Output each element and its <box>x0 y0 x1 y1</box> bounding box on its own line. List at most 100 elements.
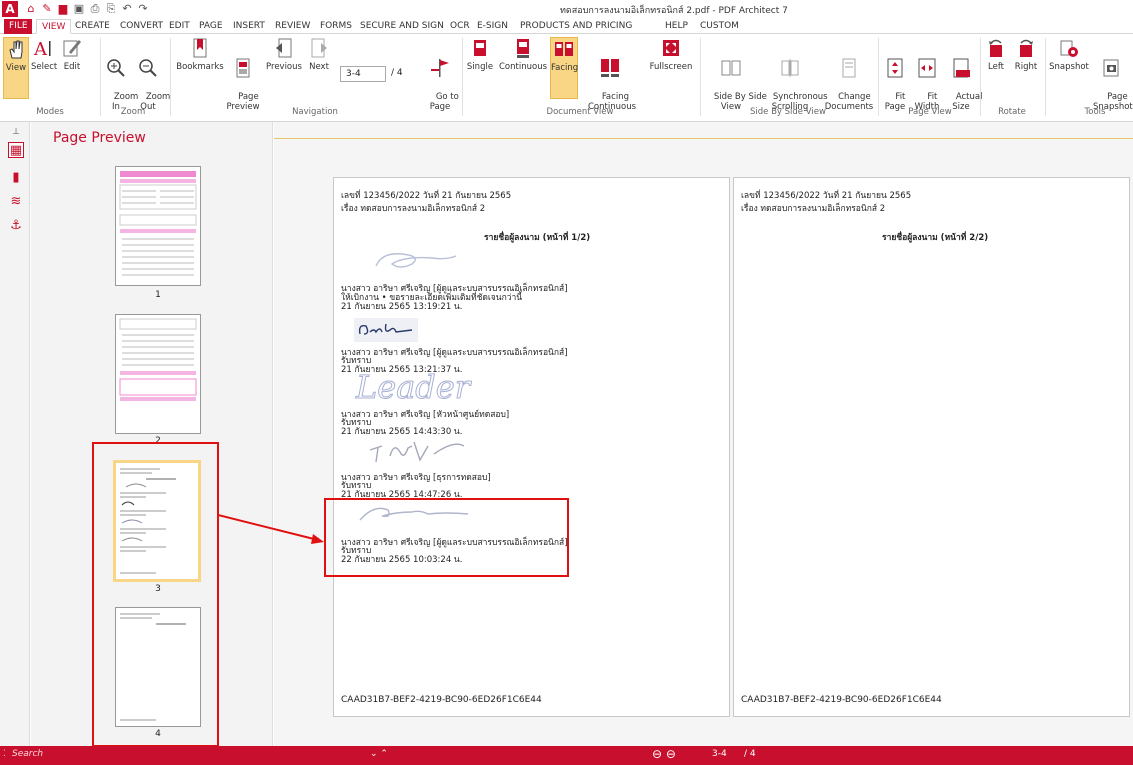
tab-create[interactable]: CREATE <box>70 19 115 34</box>
continuous-view-button[interactable]: Continuous <box>499 37 547 72</box>
rotate-right-button[interactable]: Right <box>1012 37 1040 72</box>
go-to-page-button[interactable]: Go to Page <box>425 37 459 122</box>
view-top-line <box>274 138 1133 139</box>
tab-e-sign[interactable]: E-SIGN <box>472 19 513 34</box>
tab-ocr[interactable]: OCR <box>445 19 475 34</box>
tab-secure-and-sign[interactable]: SECURE AND SIGN <box>355 19 449 34</box>
group-label-tools: Tools <box>1084 107 1106 117</box>
window-title: ทดสอบการลงนามอิเล็กทรอนิกส์ 2.pdf - PDF … <box>560 6 788 16</box>
continuous-icon <box>517 39 529 58</box>
open-icon[interactable]: ▆ <box>56 2 70 16</box>
group-separator <box>700 38 701 116</box>
status-total: / 4 <box>744 749 756 759</box>
save-icon[interactable]: ▣ <box>72 2 86 16</box>
text-select-icon: A <box>33 39 51 59</box>
document-view: เลขที่ 123456/2022 วันที่ 21 กันยายน 256… <box>274 122 1133 746</box>
undo-icon[interactable]: ↶ <box>120 2 134 16</box>
next-page-button[interactable]: Next <box>305 37 333 72</box>
group-label-zoom: Zoom <box>120 107 146 117</box>
tab-view[interactable]: VIEW <box>36 19 72 34</box>
tab-help[interactable]: HELP <box>660 19 693 34</box>
doc-subject: เรื่อง ทดสอบการลงนามอิเล็กทรอนิกส์ 2 <box>341 204 486 214</box>
tab-file[interactable]: FILE <box>4 19 32 34</box>
tab-review[interactable]: REVIEW <box>270 19 315 34</box>
anchor-icon[interactable]: ⚓ <box>8 218 24 234</box>
back-circle-icon[interactable]: ⊖ <box>652 747 662 761</box>
ribbon: View A Select Edit Modes Zoom In Zoom Ou… <box>0 34 1133 122</box>
next-page-icon <box>311 38 327 58</box>
snapshot-button[interactable]: Snapshot <box>1049 37 1089 72</box>
group-separator <box>462 38 463 116</box>
pen-icon[interactable]: ✎ <box>40 2 54 16</box>
forward-circle-icon[interactable]: ⊖ <box>666 747 676 761</box>
tab-page[interactable]: PAGE <box>194 19 228 34</box>
group-separator <box>170 38 171 116</box>
previous-page-button[interactable]: Previous <box>266 37 302 72</box>
page-preview-title: Page Preview <box>53 130 146 146</box>
layers-icon[interactable]: ≋ <box>8 194 24 210</box>
change-documents-button[interactable]: Change Documents <box>824 37 874 122</box>
rotate-left-button[interactable]: Left <box>984 37 1008 72</box>
status-page[interactable]: 3-4 <box>712 749 727 759</box>
single-view-button[interactable]: Single <box>465 37 495 72</box>
fit-page-icon <box>887 58 903 78</box>
page-number-input[interactable]: 3-4 <box>340 66 386 82</box>
page-preview-panel-icon[interactable]: ▦ <box>8 142 24 158</box>
group-label-navigation: Navigation <box>292 107 338 117</box>
edit-mode-button[interactable]: Edit <box>59 37 85 72</box>
signature-1 <box>375 253 457 268</box>
group-separator <box>980 38 981 116</box>
pin-icon[interactable]: ⊥ <box>8 124 24 140</box>
signature-4 <box>369 441 465 463</box>
tab-convert[interactable]: CONVERT <box>115 19 168 34</box>
bookmarks-button[interactable]: Bookmarks <box>175 37 225 72</box>
group-separator <box>878 38 879 116</box>
status-bar: ⁚ Search ⌄ ⌃ ⊖ ⊖ 3-4 / 4 <box>0 746 1133 765</box>
zoom-out-icon <box>139 59 157 77</box>
signature-2 <box>354 318 418 342</box>
tab-forms[interactable]: FORMS <box>315 19 357 34</box>
svg-text:A: A <box>33 39 48 59</box>
page-total-label: / 4 <box>391 68 403 78</box>
select-mode-button[interactable]: A Select <box>31 37 57 72</box>
tab-edit[interactable]: EDIT <box>164 19 195 34</box>
search-input[interactable]: Search <box>12 749 43 759</box>
single-page-icon <box>474 40 486 56</box>
ribbon-tabs: FILE VIEW CREATE CONVERT EDIT PAGE INSER… <box>0 18 1133 34</box>
doc-subject: เรื่อง ทดสอบการลงนามอิเล็กทรอนิกส์ 2 <box>741 204 886 214</box>
rotate-right-icon <box>1020 39 1033 57</box>
redo-icon[interactable]: ↷ <box>136 2 150 16</box>
change-documents-icon <box>842 58 856 78</box>
chevron-down-up-icon[interactable]: ⌄ ⌃ <box>370 749 388 759</box>
home-icon[interactable]: ⌂ <box>24 2 38 16</box>
signer-date: 21 กันยายน 2565 13:19:21 น. <box>341 302 463 312</box>
group-separator <box>100 38 101 116</box>
signers-heading: รายชื่อผู้ลงนาม (หน้าที่ 2/2) <box>882 233 989 243</box>
group-separator <box>1045 38 1046 116</box>
view-mode-button[interactable]: View <box>3 37 29 99</box>
page-preview-button[interactable]: Page Preview <box>226 37 260 122</box>
group-label-document-view: Document View <box>546 107 614 117</box>
document-footer-id: CAAD31B7-BEF2-4219-BC90-6ED26F1C6E44 <box>341 695 542 705</box>
page-preview-icon <box>236 58 250 78</box>
annotation-arrow <box>218 514 324 544</box>
group-label-rotate: Rotate <box>998 107 1026 117</box>
tab-products-and-pricing[interactable]: PRODUCTS AND PRICING <box>515 19 637 34</box>
print-preview-icon[interactable]: ⎘ <box>104 2 118 16</box>
facing-view-button[interactable]: Facing <box>550 37 578 99</box>
tab-insert[interactable]: INSERT <box>228 19 270 34</box>
print-icon[interactable]: ⎙ <box>88 2 102 16</box>
search-icon[interactable]: ⁚ <box>3 749 6 759</box>
fullscreen-button[interactable]: Fullscreen <box>648 37 694 72</box>
document-page-4: เลขที่ 123456/2022 วันที่ 21 กันยายน 256… <box>733 177 1130 717</box>
fullscreen-icon <box>663 40 679 56</box>
annotation-highlight-thumbnail <box>92 442 219 747</box>
navigation-arrows: ⊖ ⊖ <box>652 747 676 761</box>
bookmark-panel-icon[interactable]: ▮ <box>8 170 24 186</box>
side-by-side-icon <box>721 60 741 76</box>
tab-custom[interactable]: CUSTOM <box>695 19 744 34</box>
edit-icon <box>63 40 81 57</box>
page-thumbnail-2[interactable] <box>115 314 201 434</box>
page-thumbnail-1[interactable] <box>115 166 201 286</box>
signature-3: Leader <box>356 368 471 407</box>
